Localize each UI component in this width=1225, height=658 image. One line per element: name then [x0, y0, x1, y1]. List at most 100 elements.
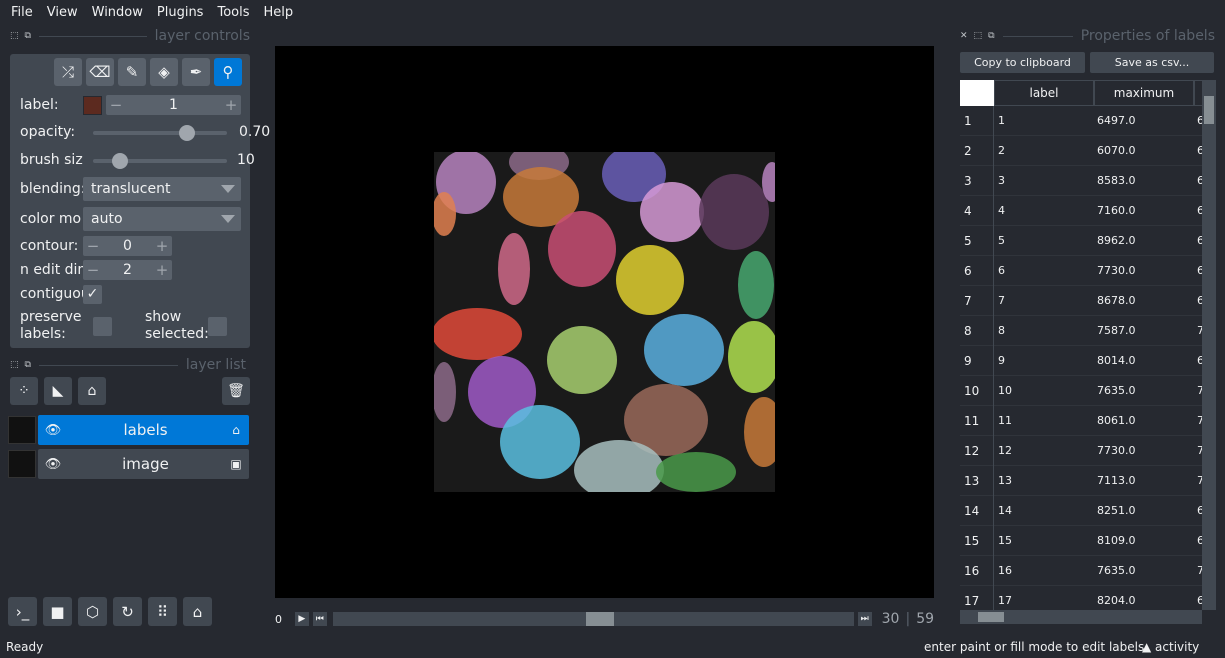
undock-icon[interactable]: ⧉: [25, 360, 31, 370]
cell-label[interactable]: 17: [994, 594, 1094, 607]
float-icon[interactable]: ⬚: [10, 31, 19, 41]
grid-button[interactable]: ⠿: [148, 597, 177, 626]
float-icon[interactable]: ⬚: [974, 31, 983, 41]
cell-label[interactable]: 6: [994, 264, 1094, 277]
cell-label[interactable]: 1: [994, 114, 1094, 127]
table-row[interactable]: 13 13 7113.0 7: [960, 465, 1216, 496]
row-index[interactable]: 12: [960, 435, 994, 466]
cell-maximum[interactable]: 8204.0: [1094, 594, 1194, 607]
cell-maximum[interactable]: 7635.0: [1094, 384, 1194, 397]
copy-to-clipboard-button[interactable]: Copy to clipboard: [960, 52, 1085, 73]
cell-label[interactable]: 12: [994, 444, 1094, 457]
layer-name[interactable]: labels: [68, 421, 223, 439]
color-picker-button[interactable]: ✒: [182, 58, 210, 86]
console-button[interactable]: ›_: [8, 597, 37, 626]
ndisplay-button[interactable]: ■: [43, 597, 72, 626]
table-row[interactable]: 8 8 7587.0 7: [960, 315, 1216, 346]
cell-maximum[interactable]: 7113.0: [1094, 474, 1194, 487]
opacity-handle[interactable]: [178, 125, 195, 141]
layer-name[interactable]: image: [68, 455, 223, 473]
brush-size-slider[interactable]: [93, 150, 227, 170]
cell-maximum[interactable]: 6070.0: [1094, 144, 1194, 157]
table-row[interactable]: 15 15 8109.0 6: [960, 525, 1216, 556]
row-index[interactable]: 7: [960, 285, 994, 316]
row-index[interactable]: 13: [960, 465, 994, 496]
cell-maximum[interactable]: 7730.0: [1094, 264, 1194, 277]
cell-label[interactable]: 4: [994, 204, 1094, 217]
opacity-slider[interactable]: [93, 122, 227, 142]
dims-slider[interactable]: [332, 612, 854, 626]
undock-icon[interactable]: ⧉: [25, 31, 31, 41]
visibility-eye-icon[interactable]: 👁: [38, 457, 68, 472]
row-index[interactable]: 3: [960, 165, 994, 196]
cell-label[interactable]: 15: [994, 534, 1094, 547]
cell-maximum[interactable]: 7160.0: [1094, 204, 1194, 217]
undock-icon[interactable]: ⧉: [988, 31, 994, 41]
minus-icon[interactable]: −: [106, 96, 126, 114]
fill-bucket-button[interactable]: ◈: [150, 58, 178, 86]
dims-slider-handle[interactable]: [585, 612, 614, 626]
layer-item[interactable]: 👁 image ▣: [38, 449, 249, 479]
blending-select[interactable]: translucent: [83, 177, 241, 201]
cell-maximum[interactable]: 7730.0: [1094, 444, 1194, 457]
play-button[interactable]: ▶: [294, 612, 309, 626]
column-header-label[interactable]: label: [994, 80, 1094, 106]
menu-plugins[interactable]: Plugins: [150, 5, 211, 20]
row-index[interactable]: 9: [960, 345, 994, 376]
table-row[interactable]: 3 3 8583.0 6: [960, 165, 1216, 196]
cell-label[interactable]: 3: [994, 174, 1094, 187]
contour-spinbox[interactable]: − 0 +: [83, 236, 172, 256]
brush-size-handle[interactable]: [111, 153, 128, 169]
row-index[interactable]: 2: [960, 135, 994, 166]
show-selected-checkbox[interactable]: [208, 316, 227, 336]
table-horizontal-scrollbar[interactable]: [960, 610, 1202, 624]
cell-label[interactable]: 14: [994, 504, 1094, 517]
eraser-button[interactable]: ⌫: [86, 58, 114, 86]
row-index[interactable]: 6: [960, 255, 994, 286]
float-icon[interactable]: ⬚: [10, 360, 19, 370]
minus-icon[interactable]: −: [83, 237, 103, 255]
table-row[interactable]: 16 16 7635.0 7: [960, 555, 1216, 586]
plus-icon[interactable]: +: [152, 261, 172, 279]
transpose-button[interactable]: ↻: [113, 597, 142, 626]
home-button[interactable]: ⌂: [183, 597, 212, 626]
row-index[interactable]: 10: [960, 375, 994, 406]
cell-maximum[interactable]: 8583.0: [1094, 174, 1194, 187]
cell-maximum[interactable]: 8251.0: [1094, 504, 1194, 517]
table-row[interactable]: 14 14 8251.0 6: [960, 495, 1216, 526]
row-index[interactable]: 8: [960, 315, 994, 346]
cell-maximum[interactable]: 7587.0: [1094, 324, 1194, 337]
new-points-layer-button[interactable]: ⁘: [10, 377, 38, 405]
delete-layer-button[interactable]: 🗑: [222, 377, 250, 405]
visibility-eye-icon[interactable]: 👁: [38, 423, 68, 438]
row-index[interactable]: 1: [960, 105, 994, 136]
row-index[interactable]: 16: [960, 555, 994, 586]
new-labels-layer-button[interactable]: ⌂: [78, 377, 106, 405]
cell-maximum[interactable]: 8109.0: [1094, 534, 1194, 547]
row-index[interactable]: 5: [960, 225, 994, 256]
viewer-canvas[interactable]: [275, 46, 934, 598]
label-spinbox[interactable]: − 1 +: [106, 95, 241, 115]
zoom-pan-button[interactable]: ⚲: [214, 58, 242, 86]
row-index[interactable]: 11: [960, 405, 994, 436]
roll-dims-button[interactable]: ⬡: [78, 597, 107, 626]
table-row[interactable]: 4 4 7160.0 6: [960, 195, 1216, 226]
row-index[interactable]: 17: [960, 585, 994, 610]
close-icon[interactable]: ✕: [960, 31, 968, 41]
cell-label[interactable]: 16: [994, 564, 1094, 577]
table-row[interactable]: 10 10 7635.0 7: [960, 375, 1216, 406]
cell-label[interactable]: 5: [994, 234, 1094, 247]
dims-current[interactable]: 30: [882, 611, 900, 627]
row-index[interactable]: 15: [960, 525, 994, 556]
plus-icon[interactable]: +: [152, 237, 172, 255]
cell-label[interactable]: 9: [994, 354, 1094, 367]
cell-label[interactable]: 11: [994, 414, 1094, 427]
table-corner[interactable]: [960, 80, 994, 106]
table-row[interactable]: 17 17 8204.0 6: [960, 585, 1216, 610]
cell-label[interactable]: 2: [994, 144, 1094, 157]
brush-button[interactable]: ✎: [118, 58, 146, 86]
table-row[interactable]: 1 1 6497.0 6: [960, 105, 1216, 136]
cell-label[interactable]: 10: [994, 384, 1094, 397]
cell-label[interactable]: 8: [994, 324, 1094, 337]
layer-item[interactable]: 👁 labels ⌂: [38, 415, 249, 445]
